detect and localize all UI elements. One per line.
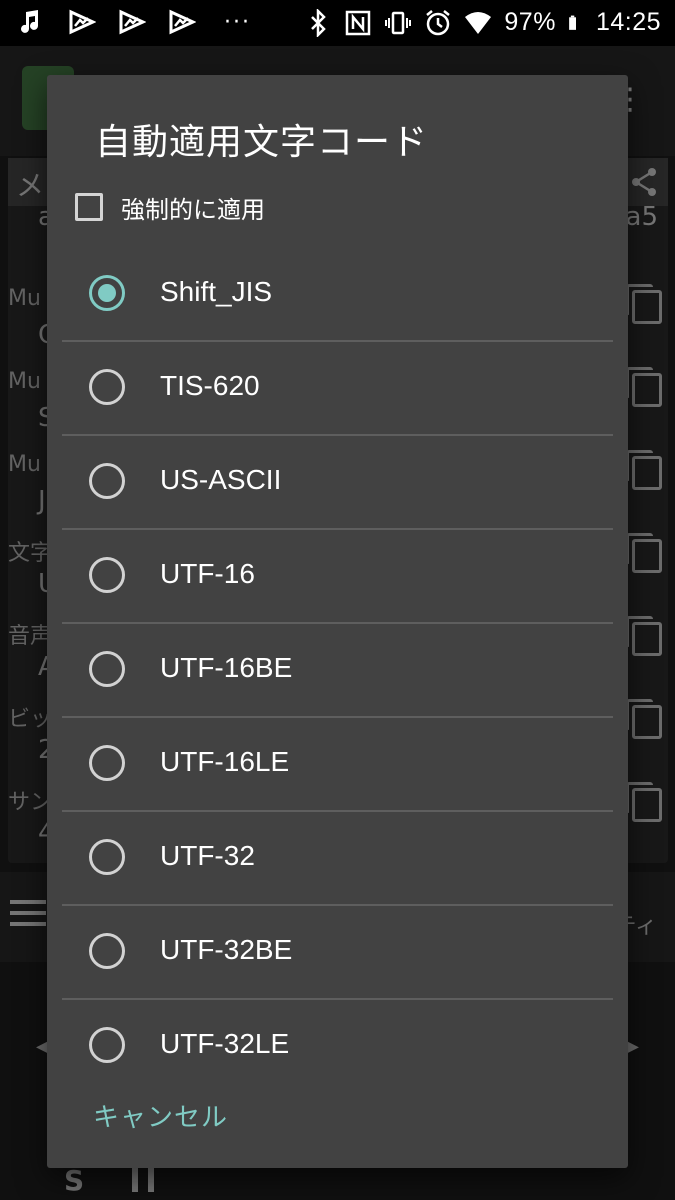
pause-icon[interactable] <box>132 1168 154 1192</box>
radio-button-selected[interactable] <box>89 275 125 311</box>
status-bar: ··· 97% 14:25 <box>0 0 675 46</box>
option-label[interactable]: UTF-32 <box>160 840 255 872</box>
encoding-option-utf-16[interactable]: UTF-16 <box>62 528 613 622</box>
radio-button[interactable] <box>89 463 125 499</box>
battery-percentage: 97% <box>504 8 556 36</box>
chart-notification-icon <box>119 9 146 35</box>
copy-icon[interactable] <box>626 616 662 656</box>
encoding-options-list: Shift_JIS TIS-620 US-ASCII UTF-16 UTF-16… <box>62 248 613 1092</box>
row-label: Mu <box>8 369 41 394</box>
clock: 14:25 <box>595 8 661 36</box>
menu-icon[interactable] <box>10 900 46 933</box>
wifi-icon <box>465 11 492 34</box>
encoding-option-utf-32[interactable]: UTF-32 <box>62 810 613 904</box>
option-label[interactable]: UTF-16LE <box>160 746 289 778</box>
radio-button[interactable] <box>89 651 125 687</box>
radio-button[interactable] <box>89 933 125 969</box>
cancel-button[interactable]: キャンセル <box>93 1097 228 1134</box>
battery-icon <box>569 15 576 30</box>
vibrate-icon <box>385 11 412 34</box>
radio-button[interactable] <box>89 745 125 781</box>
force-apply-row[interactable]: 強制的に適用 <box>75 189 265 225</box>
encoding-dialog: 自動適用文字コード 強制的に適用 Shift_JIS TIS-620 US-AS… <box>47 75 628 1168</box>
radio-button[interactable] <box>89 557 125 593</box>
force-apply-label[interactable]: 強制的に適用 <box>121 190 265 225</box>
radio-button[interactable] <box>89 369 125 405</box>
radio-button[interactable] <box>89 1027 125 1063</box>
option-label[interactable]: UTF-32LE <box>160 1028 289 1060</box>
row-value: a5 <box>625 202 658 232</box>
option-label[interactable]: UTF-32BE <box>160 934 292 966</box>
overflow-indicator: ··· <box>224 9 251 35</box>
bluetooth-icon <box>311 8 327 37</box>
radio-button[interactable] <box>89 839 125 875</box>
row-label: ビッ <box>8 707 53 732</box>
encoding-option-utf-32be[interactable]: UTF-32BE <box>62 904 613 998</box>
row-label: Mu <box>8 286 41 311</box>
option-label[interactable]: UTF-16BE <box>160 652 292 684</box>
encoding-option-shift-jis[interactable]: Shift_JIS <box>62 248 613 340</box>
chart-notification-icon <box>169 9 196 35</box>
option-label[interactable]: US-ASCII <box>160 464 281 496</box>
option-label[interactable]: Shift_JIS <box>160 276 272 308</box>
music-note-icon <box>21 10 38 33</box>
chart-notification-icon <box>69 9 96 35</box>
encoding-option-utf-32le[interactable]: UTF-32LE <box>62 998 613 1092</box>
nfc-icon <box>346 10 371 35</box>
option-label[interactable]: TIS-620 <box>160 370 260 402</box>
share-icon[interactable] <box>628 166 660 198</box>
encoding-option-us-ascii[interactable]: US-ASCII <box>62 434 613 528</box>
row-label: 音声 <box>8 624 53 649</box>
encoding-option-tis-620[interactable]: TIS-620 <box>62 340 613 434</box>
row-label: 文字 <box>8 541 53 566</box>
force-apply-checkbox[interactable] <box>75 193 103 221</box>
copy-icon[interactable] <box>626 450 662 490</box>
encoding-option-utf-16be[interactable]: UTF-16BE <box>62 622 613 716</box>
copy-icon[interactable] <box>626 782 662 822</box>
row-label: サン <box>8 790 53 815</box>
copy-icon[interactable] <box>626 533 662 573</box>
copy-icon[interactable] <box>626 284 662 324</box>
row-label: Mu <box>8 452 41 477</box>
option-label[interactable]: UTF-16 <box>160 558 255 590</box>
player-s-label[interactable]: S <box>64 1164 84 1197</box>
row-value: J <box>38 486 46 516</box>
dialog-title: 自動適用文字コード <box>95 122 429 163</box>
alarm-icon <box>426 9 451 35</box>
copy-icon[interactable] <box>626 367 662 407</box>
encoding-option-utf-16le[interactable]: UTF-16LE <box>62 716 613 810</box>
copy-icon[interactable] <box>626 699 662 739</box>
